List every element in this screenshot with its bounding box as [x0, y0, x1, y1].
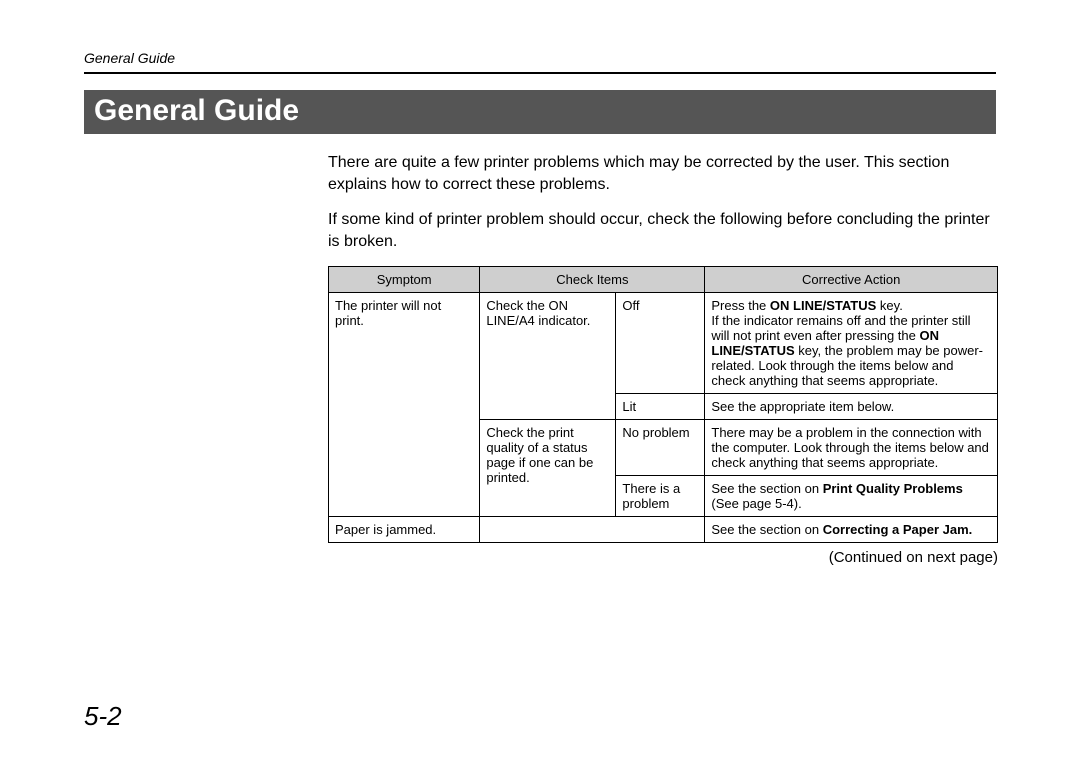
- cell-action: See the appropriate item below.: [705, 394, 998, 420]
- table-row: Paper is jammed. See the section on Corr…: [329, 517, 998, 543]
- cell-action: There may be a problem in the connection…: [705, 420, 998, 476]
- table-header-row: Symptom Check Items Corrective Action: [329, 267, 998, 293]
- bold-text: Print Quality Problems: [823, 481, 963, 496]
- continued-note: (Continued on next page): [328, 543, 998, 566]
- header-rule: [84, 72, 996, 74]
- running-head: General Guide: [84, 50, 996, 66]
- cell-state: Lit: [616, 394, 705, 420]
- cell-check: Check the print quality of a status page…: [480, 420, 616, 517]
- page-number: 5-2: [84, 701, 122, 732]
- cell-check: Check the ON LINE/A4 indicator.: [480, 293, 616, 420]
- cell-state: Off: [616, 293, 705, 394]
- text: See the section on: [711, 522, 822, 537]
- cell-state: No problem: [616, 420, 705, 476]
- table-row: The printer will not print. Check the ON…: [329, 293, 998, 394]
- page-title: General Guide: [84, 90, 996, 134]
- text: See the section on: [711, 481, 822, 496]
- text: Press the: [711, 298, 770, 313]
- cell-state: There is a problem: [616, 476, 705, 517]
- bold-text: ON LINE/STATUS: [770, 298, 876, 313]
- th-symptom: Symptom: [329, 267, 480, 293]
- bold-text: Correcting a Paper Jam.: [823, 522, 973, 537]
- cell-action: See the section on Print Quality Problem…: [705, 476, 998, 517]
- th-corrective-action: Corrective Action: [705, 267, 998, 293]
- cell-action: Press the ON LINE/STATUS key. If the ind…: [705, 293, 998, 394]
- intro-paragraph-2: If some kind of printer problem should o…: [328, 209, 996, 252]
- th-check-items: Check Items: [480, 267, 705, 293]
- text: (See page 5-4).: [711, 496, 801, 511]
- cell-action: See the section on Correcting a Paper Ja…: [705, 517, 998, 543]
- troubleshooting-table: Symptom Check Items Corrective Action Th…: [328, 266, 998, 543]
- cell-symptom: Paper is jammed.: [329, 517, 480, 543]
- text: key.: [876, 298, 903, 313]
- cell-symptom: The printer will not print.: [329, 293, 480, 517]
- intro-paragraph-1: There are quite a few printer problems w…: [328, 152, 996, 195]
- cell-check: [480, 517, 705, 543]
